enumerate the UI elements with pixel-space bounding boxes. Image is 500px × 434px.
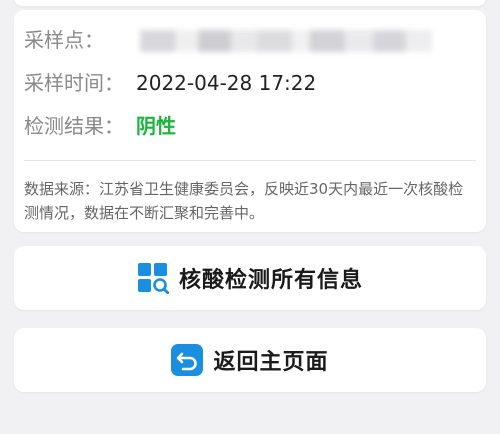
back-home-label: 返回主页面 [213, 350, 329, 375]
test-result-value: 阴性 [136, 114, 176, 138]
sampling-site-row: 采样点： [24, 28, 432, 52]
previous-card-edge [14, 0, 486, 6]
divider [24, 160, 476, 161]
sampling-site-value-redacted [140, 30, 432, 52]
data-source-note: 数据来源：江苏省卫生健康委员会，反映近30天内最近一次核酸检测情况，数据在不断汇… [24, 180, 464, 222]
sampling-time-value: 2022-04-28 17:22 [136, 71, 317, 95]
test-info-card: 采样点： 采样时间： 2022-04-28 17:22 检测结果： 阴性 数据来… [14, 10, 486, 232]
grid-search-icon [137, 262, 170, 295]
all-test-info-button[interactable]: 核酸检测所有信息 [14, 246, 486, 310]
return-arrow-icon [171, 344, 204, 376]
test-result-row: 检测结果： 阴性 [24, 114, 176, 138]
sampling-time-row: 采样时间： 2022-04-28 17:22 [24, 71, 316, 95]
back-home-button[interactable]: 返回主页面 [14, 328, 486, 392]
sampling-time-label: 采样时间： [24, 71, 124, 95]
test-result-label: 检测结果： [24, 114, 124, 138]
all-test-info-label: 核酸检测所有信息 [178, 268, 363, 293]
sampling-site-label: 采样点： [24, 28, 104, 52]
